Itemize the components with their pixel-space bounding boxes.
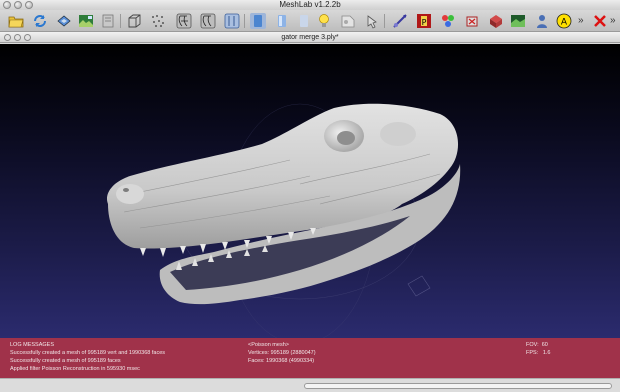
main-toolbar: P A » » bbox=[0, 10, 620, 32]
toolbar-overflow-icon[interactable]: » bbox=[578, 14, 584, 28]
horizontal-scrollbar[interactable] bbox=[304, 383, 612, 389]
light-icon[interactable] bbox=[316, 13, 332, 29]
svg-text:P: P bbox=[422, 18, 427, 27]
fov-readout: FOV: 60 bbox=[526, 341, 550, 349]
log-line: Applied filter Poisson Reconstruction in… bbox=[10, 366, 140, 372]
align-icon[interactable] bbox=[464, 13, 480, 29]
layers-icon[interactable] bbox=[100, 13, 116, 29]
fps-readout: FPS: 1.6 bbox=[526, 349, 550, 357]
select-icon[interactable] bbox=[364, 13, 380, 29]
wire-icon[interactable] bbox=[176, 13, 192, 29]
person-icon[interactable] bbox=[534, 13, 550, 29]
window-title: MeshLab v1.2.2b bbox=[279, 0, 341, 9]
bottom-strip bbox=[0, 378, 620, 392]
face-count: Faces: 1990368 (4990334) bbox=[248, 358, 315, 364]
log-messages: LOG MESSAGES Successfully created a mesh… bbox=[10, 341, 165, 373]
document-title: gator merge 3.ply* bbox=[281, 34, 339, 41]
rendermode-icon[interactable] bbox=[488, 13, 504, 29]
open-icon[interactable] bbox=[8, 13, 24, 29]
log-panel: LOG MESSAGES Successfully created a mesh… bbox=[0, 338, 620, 378]
paint-icon[interactable]: P bbox=[416, 13, 432, 29]
close-red-icon[interactable] bbox=[592, 13, 608, 29]
mesh-info: <Poisson mesh> Vertices: 995189 (2880047… bbox=[248, 341, 316, 365]
flatlines-icon[interactable] bbox=[224, 13, 240, 29]
log-line: Successfully created a mesh of 995189 ve… bbox=[10, 350, 166, 356]
fps-value: 1.6 bbox=[542, 350, 551, 356]
toolbar-separator bbox=[384, 14, 385, 28]
measure-icon[interactable] bbox=[392, 13, 408, 29]
title-bar: MeshLab v1.2.2b bbox=[0, 0, 620, 10]
annotation-icon[interactable]: A bbox=[556, 13, 572, 29]
gator-mesh bbox=[106, 103, 461, 338]
reload-icon[interactable] bbox=[32, 13, 48, 29]
toolbar-overflow-end-icon[interactable]: » bbox=[610, 14, 616, 28]
log-line: Successfully created a mesh of 995189 fa… bbox=[10, 358, 121, 364]
snapshot-icon[interactable] bbox=[78, 13, 94, 29]
fov-value: 60 bbox=[541, 342, 548, 348]
hiddenlines-icon[interactable] bbox=[200, 13, 216, 29]
meshlab-window: MeshLab v1.2.2b P A » » gator merge 3.pl… bbox=[0, 0, 620, 392]
toolbar-separator bbox=[120, 14, 121, 28]
fps-label: FPS: bbox=[526, 350, 539, 356]
view-info: FOV: 60 FPS: 1.6 bbox=[526, 341, 550, 357]
color-icon[interactable] bbox=[440, 13, 456, 29]
flat-icon[interactable] bbox=[250, 13, 266, 29]
vertex-count: Vertices: 995189 (2880047) bbox=[248, 350, 316, 356]
save-icon[interactable] bbox=[56, 13, 72, 29]
svg-text:A: A bbox=[561, 18, 568, 28]
log-heading: LOG MESSAGES bbox=[10, 342, 55, 348]
backface-icon[interactable] bbox=[340, 13, 356, 29]
3d-viewport[interactable] bbox=[0, 44, 620, 338]
document-bar: gator merge 3.ply* bbox=[0, 32, 620, 43]
mesh-name: <Poisson mesh> bbox=[248, 342, 289, 348]
bbox-icon[interactable] bbox=[126, 13, 142, 29]
fov-label: FOV: bbox=[526, 342, 539, 348]
points-icon[interactable] bbox=[150, 13, 166, 29]
toolbar-separator bbox=[244, 14, 245, 28]
smooth-icon[interactable] bbox=[274, 13, 290, 29]
texture-icon[interactable] bbox=[296, 13, 312, 29]
raster-icon[interactable] bbox=[510, 13, 526, 29]
